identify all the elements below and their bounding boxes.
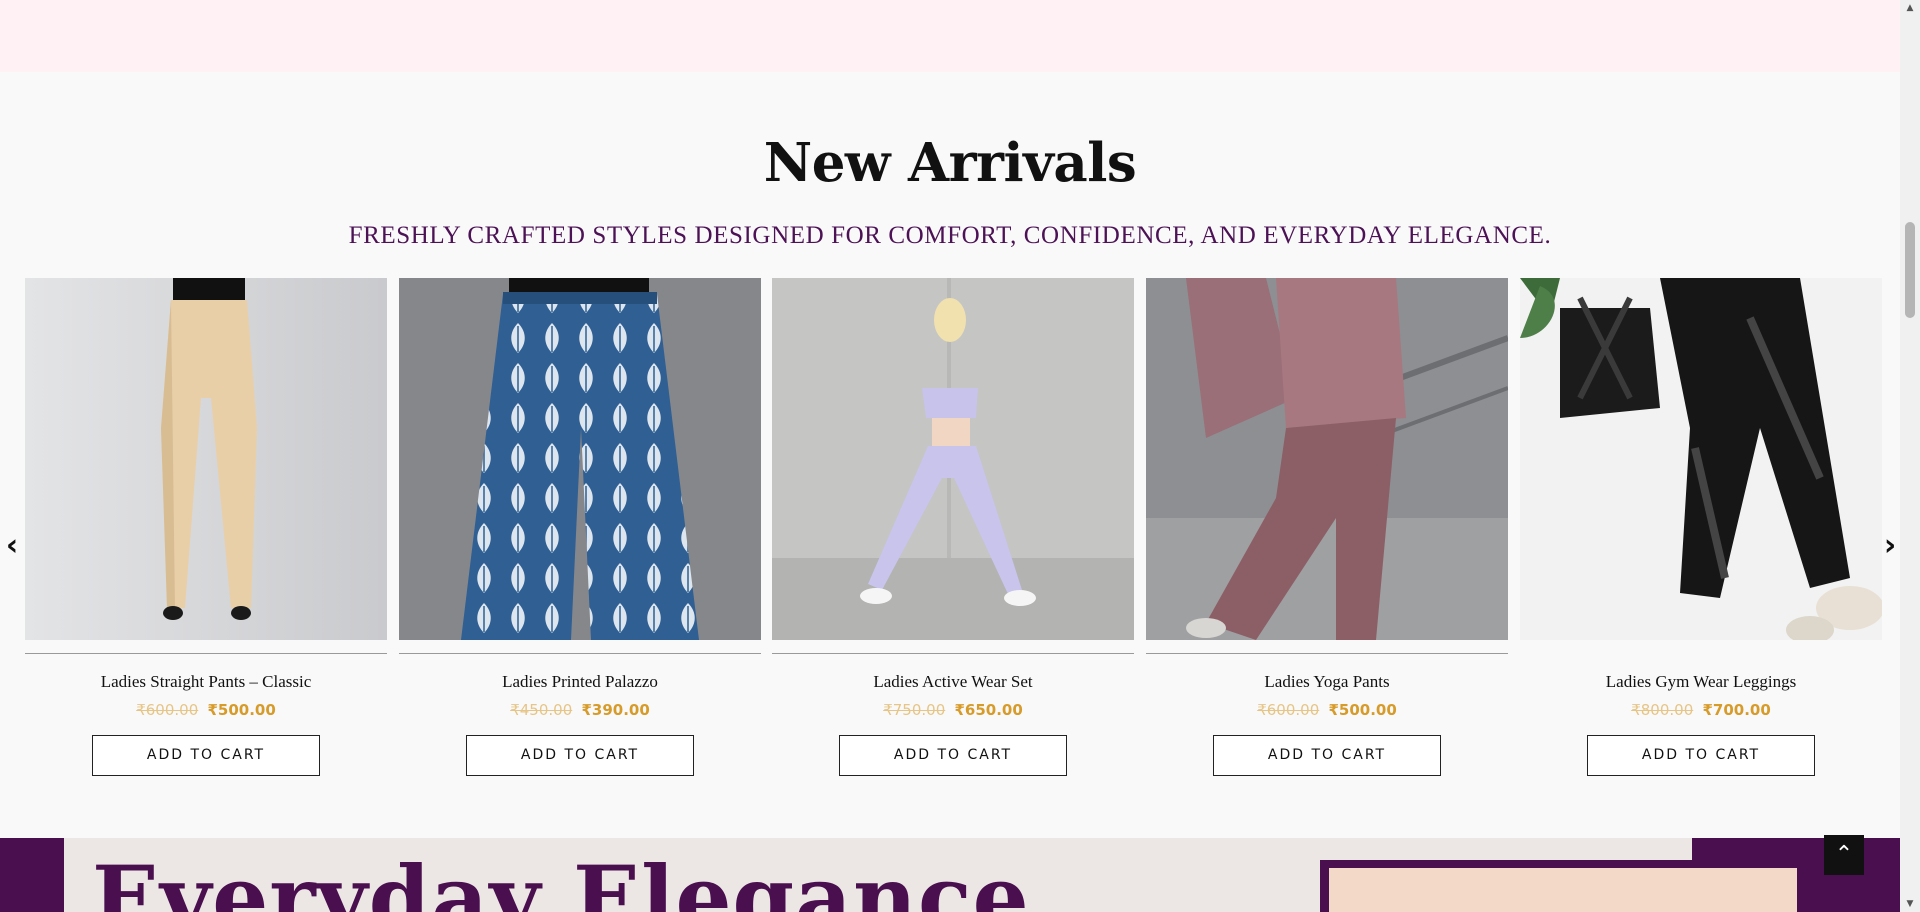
scrollbar-thumb[interactable] xyxy=(1905,222,1915,318)
product-image-straight-pants[interactable] xyxy=(25,278,387,640)
product-image-gym-wear-leggings[interactable] xyxy=(1520,278,1882,640)
divider xyxy=(1520,653,1882,654)
banner-image-frame xyxy=(1320,860,1806,912)
product-image-yoga-pants[interactable] xyxy=(1146,278,1508,640)
product-name[interactable]: Ladies Active Wear Set xyxy=(772,672,1134,692)
back-to-top-button[interactable]: ⌃ xyxy=(1824,835,1864,875)
chevron-left-icon: ‹ xyxy=(5,528,19,563)
product-card: Ladies Straight Pants – Classic ₹600.00 … xyxy=(25,278,387,776)
product-card: Ladies Gym Wear Leggings ₹800.00 ₹700.00… xyxy=(1520,278,1882,776)
sale-price: ₹500.00 xyxy=(207,701,276,719)
original-price: ₹600.00 xyxy=(1257,701,1320,719)
product-name[interactable]: Ladies Gym Wear Leggings xyxy=(1520,672,1882,692)
product-card: Ladies Active Wear Set ₹750.00 ₹650.00 A… xyxy=(772,278,1134,776)
scroll-down-icon[interactable]: ▼ xyxy=(1900,896,1920,912)
chevron-right-icon: › xyxy=(1883,528,1897,563)
divider xyxy=(772,653,1134,654)
promo-banner: Everyday Elegance xyxy=(0,838,1900,912)
product-price: ₹450.00 ₹390.00 xyxy=(399,701,761,719)
product-price: ₹800.00 ₹700.00 xyxy=(1520,701,1882,719)
add-to-cart-button[interactable]: ADD TO CART xyxy=(1213,735,1441,776)
add-to-cart-button[interactable]: ADD TO CART xyxy=(466,735,694,776)
product-image-printed-palazzo[interactable] xyxy=(399,278,761,640)
product-name[interactable]: Ladies Straight Pants – Classic xyxy=(25,672,387,692)
original-price: ₹750.00 xyxy=(883,701,946,719)
sale-price: ₹390.00 xyxy=(581,701,650,719)
carousel-prev-button[interactable]: ‹ xyxy=(2,531,22,561)
product-image-active-wear-set[interactable] xyxy=(772,278,1134,640)
sale-price: ₹500.00 xyxy=(1328,701,1397,719)
banner-headline: Everyday Elegance xyxy=(92,846,1030,912)
page-scrollbar[interactable]: ▲ ▼ xyxy=(1900,0,1920,912)
product-card: Ladies Printed Palazzo ₹450.00 ₹390.00 A… xyxy=(399,278,761,776)
divider xyxy=(25,653,387,654)
product-name[interactable]: Ladies Printed Palazzo xyxy=(399,672,761,692)
carousel-next-button[interactable]: › xyxy=(1880,531,1900,561)
product-price: ₹600.00 ₹500.00 xyxy=(1146,701,1508,719)
chevron-up-icon: ⌃ xyxy=(1834,842,1854,867)
divider xyxy=(1146,653,1508,654)
divider xyxy=(399,653,761,654)
add-to-cart-button[interactable]: ADD TO CART xyxy=(839,735,1067,776)
section-subtitle: FRESHLY CRAFTED STYLES DESIGNED FOR COMF… xyxy=(348,222,1552,249)
banner-image xyxy=(1329,868,1797,912)
original-price: ₹600.00 xyxy=(136,701,199,719)
sale-price: ₹700.00 xyxy=(1702,701,1771,719)
top-band xyxy=(0,0,1900,72)
product-price: ₹600.00 ₹500.00 xyxy=(25,701,387,719)
product-card: Ladies Yoga Pants ₹600.00 ₹500.00 ADD TO… xyxy=(1146,278,1508,776)
product-name[interactable]: Ladies Yoga Pants xyxy=(1146,672,1508,692)
product-price: ₹750.00 ₹650.00 xyxy=(772,701,1134,719)
sale-price: ₹650.00 xyxy=(954,701,1023,719)
section-title: New Arrivals xyxy=(763,132,1137,194)
scroll-up-icon[interactable]: ▲ xyxy=(1900,0,1920,16)
original-price: ₹800.00 xyxy=(1631,701,1694,719)
original-price: ₹450.00 xyxy=(510,701,573,719)
add-to-cart-button[interactable]: ADD TO CART xyxy=(1587,735,1815,776)
add-to-cart-button[interactable]: ADD TO CART xyxy=(92,735,320,776)
